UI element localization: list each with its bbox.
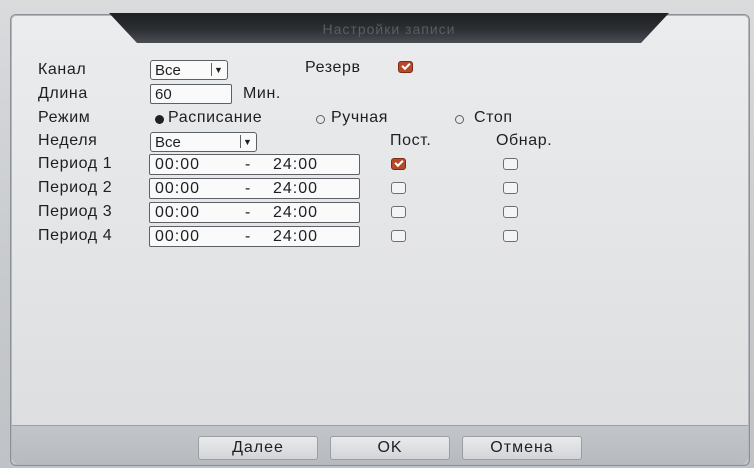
period-1-start[interactable]: 00:00 — [155, 156, 200, 174]
next-button[interactable]: Далее — [198, 436, 318, 460]
period-3-constant-checkbox[interactable] — [391, 206, 406, 218]
channel-select[interactable]: Все ▼ — [150, 60, 228, 80]
title-bar: Настройки записи — [109, 13, 669, 43]
cancel-button[interactable]: Отмена — [462, 436, 582, 460]
week-label: Неделя — [38, 132, 98, 149]
redundancy-label: Резерв — [305, 59, 361, 76]
period-1-label: Период 1 — [38, 155, 113, 172]
period-1-detect-checkbox[interactable] — [503, 158, 518, 170]
period-3-end[interactable]: 24:00 — [273, 204, 318, 222]
button-bar: Далее OK Отмена — [12, 425, 748, 464]
period-4-constant-checkbox[interactable] — [391, 230, 406, 242]
period-4-label: Период 4 — [38, 227, 113, 244]
period-1-sep: - — [245, 156, 252, 173]
period-1-constant-checkbox[interactable] — [391, 158, 406, 170]
period-1-end[interactable]: 24:00 — [273, 156, 318, 174]
period-3-start[interactable]: 00:00 — [155, 204, 200, 222]
period-2-time-range[interactable]: 00:00 - 24:00 — [149, 178, 360, 199]
length-label: Длина — [38, 85, 88, 102]
length-unit: Мин. — [243, 85, 281, 102]
period-4-start[interactable]: 00:00 — [155, 228, 200, 246]
column-detect-header: Обнар. — [496, 132, 553, 149]
period-2-end[interactable]: 24:00 — [273, 180, 318, 198]
mode-option-stop[interactable]: Стоп — [474, 109, 513, 127]
radio-stop[interactable] — [455, 115, 464, 124]
period-2-detect-checkbox[interactable] — [503, 182, 518, 194]
period-4-sep: - — [245, 228, 252, 245]
period-4-time-range[interactable]: 00:00 - 24:00 — [149, 226, 360, 247]
radio-schedule[interactable] — [155, 115, 164, 124]
period-2-start[interactable]: 00:00 — [155, 180, 200, 198]
channel-label: Канал — [38, 61, 87, 78]
period-3-detect-checkbox[interactable] — [503, 206, 518, 218]
period-4-end[interactable]: 24:00 — [273, 228, 318, 246]
ok-button[interactable]: OK — [330, 436, 450, 460]
period-1-time-range[interactable]: 00:00 - 24:00 — [149, 154, 360, 175]
period-3-sep: - — [245, 204, 252, 221]
period-3-time-range[interactable]: 00:00 - 24:00 — [149, 202, 360, 223]
period-2-sep: - — [245, 180, 252, 197]
week-value: Все — [155, 134, 181, 151]
record-settings-dialog: Настройки записи Канал Все ▼ Резерв Длин… — [10, 13, 750, 466]
period-2-constant-checkbox[interactable] — [391, 182, 406, 194]
period-4-detect-checkbox[interactable] — [503, 230, 518, 242]
mode-option-schedule[interactable]: Расписание — [168, 109, 262, 127]
screen: Настройки записи Канал Все ▼ Резерв Длин… — [0, 0, 754, 468]
column-constant-header: Пост. — [390, 132, 432, 149]
mode-label: Режим — [38, 109, 91, 126]
channel-value: Все — [155, 62, 181, 79]
length-input[interactable]: 60 — [150, 84, 232, 104]
chevron-down-icon: ▼ — [211, 63, 225, 76]
radio-manual[interactable] — [316, 115, 325, 124]
mode-option-manual[interactable]: Ручная — [331, 109, 388, 127]
redundancy-checkbox[interactable] — [398, 61, 413, 73]
chevron-down-icon: ▼ — [240, 135, 254, 148]
dialog-title: Настройки записи — [322, 21, 456, 37]
week-select[interactable]: Все ▼ — [150, 132, 257, 152]
period-3-label: Период 3 — [38, 203, 113, 220]
period-2-label: Период 2 — [38, 179, 113, 196]
